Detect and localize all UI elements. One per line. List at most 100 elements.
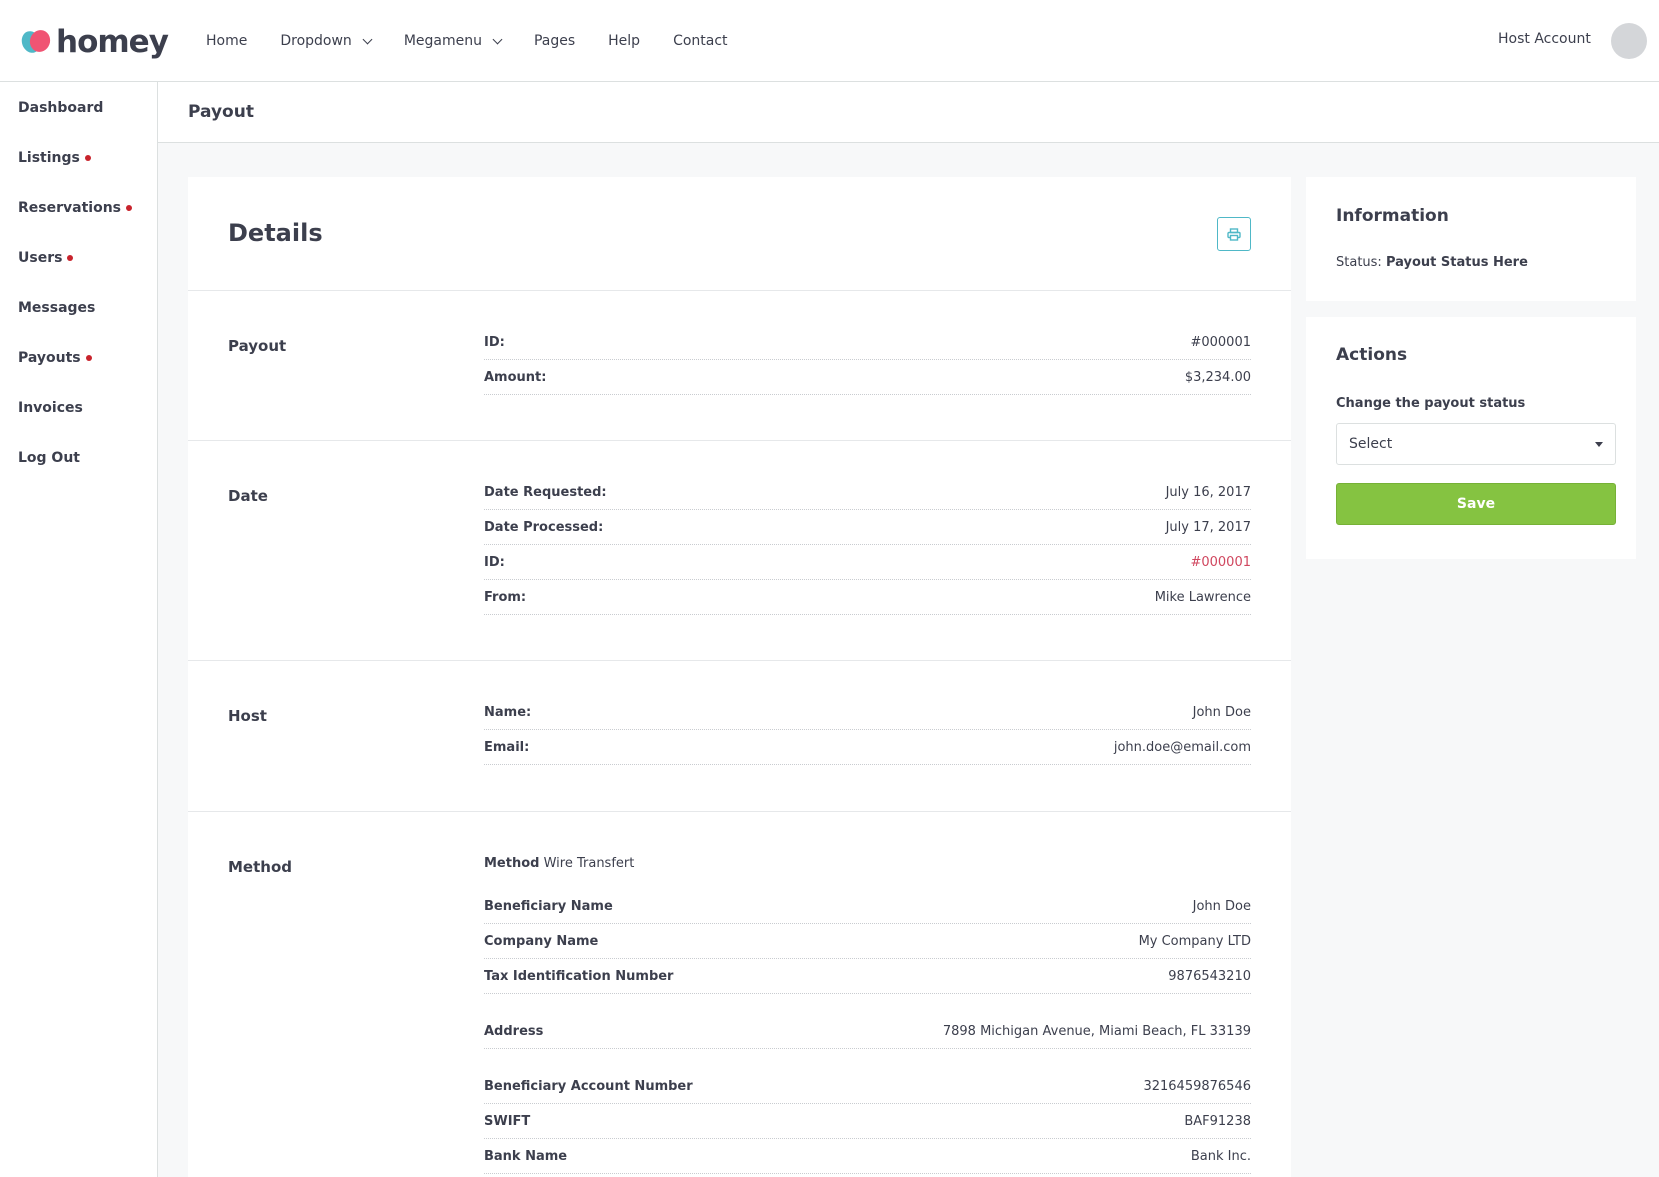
notification-dot-icon: [67, 255, 74, 261]
printer-icon: [1227, 227, 1241, 241]
print-button[interactable]: [1217, 217, 1251, 251]
save-button[interactable]: Save: [1336, 483, 1616, 525]
sidebar-item-invoices[interactable]: Invoices: [18, 400, 83, 416]
method-section: Method Method Wire Transfert Beneficiary…: [188, 812, 1291, 1177]
chevron-down-icon: [362, 34, 373, 44]
row-key: Tax Identification Number: [484, 968, 674, 984]
sidebar-item-listings[interactable]: Listings: [18, 150, 91, 166]
section-label: Date: [228, 487, 268, 505]
table-row: SWIFT BAF91238: [484, 1104, 1251, 1139]
status-badge: Payout Status Here: [1385, 255, 1528, 270]
row-key: Name:: [484, 704, 532, 720]
information-panel: Information Status: Payout Status Here: [1306, 177, 1636, 301]
sidebar-item-label: Invoices: [18, 400, 83, 416]
nav-dropdown-label: Dropdown: [280, 33, 352, 49]
notification-dot-icon: [84, 155, 91, 161]
notification-dot-icon: [85, 355, 92, 361]
information-title: Information: [1336, 206, 1449, 226]
actions-title: Actions: [1336, 345, 1408, 365]
logo-mark-icon: [18, 27, 54, 56]
table-row: Amount: $3,234.00: [484, 360, 1251, 395]
row-key: Beneficiary Name: [484, 898, 613, 914]
section-label: Method: [228, 858, 292, 876]
row-value: Bank Inc.: [1190, 1148, 1251, 1164]
nav-megamenu-label: Megamenu: [403, 33, 482, 49]
table-row: Date Requested: July 16, 2017: [484, 475, 1251, 510]
chevron-down-icon: [492, 34, 503, 44]
nav-contact[interactable]: Contact: [673, 33, 727, 49]
row-value: BAF91238: [1184, 1113, 1251, 1129]
row-value: John Doe: [1192, 704, 1251, 720]
sidebar-item-dashboard[interactable]: Dashboard: [18, 100, 103, 116]
sidebar-item-label: Users: [18, 250, 63, 266]
row-value: Wire Transfert: [543, 856, 635, 871]
details-title: Details: [228, 219, 323, 247]
nav-megamenu[interactable]: Megamenu: [403, 33, 503, 49]
table-row: ID: #000001: [484, 325, 1251, 360]
actions-panel: Actions Change the payout status Select …: [1306, 317, 1636, 559]
logo-text: homey: [56, 24, 169, 60]
table-row: Tax Identification Number 9876543210: [484, 959, 1251, 994]
sidebar-item-label: Dashboard: [18, 100, 104, 116]
row-value: john.doe@email.com: [1113, 739, 1251, 755]
nav-pages[interactable]: Pages: [534, 33, 575, 49]
payout-section: Payout ID: #000001 Amount: $3,234.00: [188, 291, 1291, 441]
table-row: From: Mike Lawrence: [484, 580, 1251, 615]
table-row: ID: #000001: [484, 545, 1251, 580]
nav-help[interactable]: Help: [608, 33, 640, 49]
sidebar-item-messages[interactable]: Messages: [18, 300, 95, 316]
table-row: Beneficiary Account Number 3216459876546: [484, 1069, 1251, 1104]
table-row: Name: John Doe: [484, 695, 1251, 730]
nav-dropdown[interactable]: Dropdown: [280, 33, 373, 49]
method-line: Method Wire Transfert: [484, 856, 634, 871]
section-label: Payout: [228, 337, 287, 355]
row-value: 9876543210: [1168, 968, 1251, 984]
row-key: ID:: [484, 554, 505, 570]
row-value: July 17, 2017: [1165, 519, 1251, 535]
nav-home-label: Home: [206, 33, 248, 49]
avatar[interactable]: [1611, 23, 1647, 59]
row-value: 7898 Michigan Avenue, Miami Beach, FL 33…: [942, 1023, 1251, 1039]
row-key: Company Name: [484, 933, 599, 949]
row-key: Email:: [484, 739, 530, 755]
payout-status-select[interactable]: Select: [1336, 423, 1616, 465]
row-key: Bank Name: [484, 1148, 568, 1164]
sidebar-item-label: Log Out: [18, 450, 80, 466]
row-key: From:: [484, 589, 527, 605]
homey-logo[interactable]: homey: [18, 22, 169, 62]
table-row: Beneficiary Name John Doe: [484, 889, 1251, 924]
row-value: Mike Lawrence: [1154, 589, 1251, 605]
payout-id-link[interactable]: #000001: [1190, 555, 1251, 570]
sidebar-item-payouts[interactable]: Payouts: [18, 350, 92, 366]
table-row: Company Name My Company LTD: [484, 924, 1251, 959]
sidebar-item-label: Payouts: [18, 350, 81, 366]
nav-contact-label: Contact: [673, 33, 728, 49]
row-value: #000001: [1190, 334, 1251, 350]
row-key: ID:: [484, 334, 505, 350]
sidebar-item-logout[interactable]: Log Out: [18, 450, 80, 466]
payout-status-label: Change the payout status: [1336, 396, 1526, 411]
row-key: Address: [484, 1023, 544, 1039]
caret-down-icon: [1595, 442, 1603, 447]
table-row: Bank Name Bank Inc.: [484, 1139, 1251, 1174]
nav-home[interactable]: Home: [206, 33, 247, 49]
host-account-link[interactable]: Host Account: [1498, 31, 1591, 47]
nav-help-label: Help: [608, 33, 641, 49]
select-value: Select: [1349, 436, 1393, 452]
row-value: My Company LTD: [1138, 933, 1251, 949]
row-key: Date Requested:: [484, 484, 607, 500]
sidebar-item-users[interactable]: Users: [18, 250, 74, 266]
date-section: Date Date Requested: July 16, 2017 Date P…: [188, 441, 1291, 661]
details-card-header: Details: [188, 177, 1291, 291]
page-title-bar: Payout: [158, 82, 1659, 143]
page-title: Payout: [188, 102, 254, 122]
sidebar-item-reservations[interactable]: Reservations: [18, 200, 132, 216]
sidebar: Dashboard Listings Reservations Users Me…: [0, 82, 158, 1177]
sidebar-item-label: Messages: [18, 300, 96, 316]
top-header: homey Home Dropdown Megamenu Pages Help …: [0, 0, 1659, 82]
details-card: Details Payout ID: #000001 Amount: $3,234.…: [188, 177, 1291, 1177]
row-value: 3216459876546: [1143, 1078, 1251, 1094]
notification-dot-icon: [126, 205, 132, 211]
nav-pages-label: Pages: [533, 33, 576, 49]
row-value: July 16, 2017: [1165, 484, 1251, 500]
